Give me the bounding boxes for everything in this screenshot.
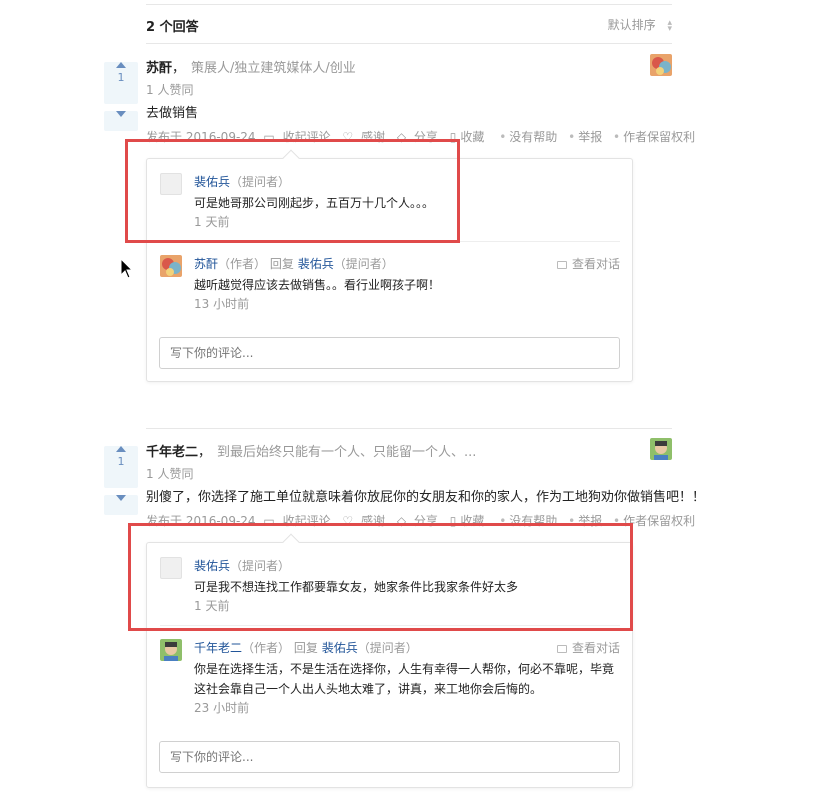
rights-text: 作者保留权利 — [623, 130, 696, 144]
comment-header: 苏酐（作者） 回复 裴佑兵（提问者） — [194, 255, 394, 272]
author-line: 千年老二， 到最后始终只能有一个人、只能留一个人、... — [146, 445, 477, 460]
author-line: 苏酐， 策展人/独立建筑媒体人/创业 — [146, 61, 356, 76]
answers-count: 2 个回答 — [146, 20, 199, 35]
answers-header: 2 个回答 默认排序 ▴ ▾ — [146, 14, 672, 35]
view-dialog-label: 查看对话 — [571, 257, 620, 271]
top-divider — [146, 4, 672, 5]
report-button[interactable]: 举报 — [578, 130, 602, 144]
view-dialog-button[interactable]: 查看对话 — [556, 639, 620, 656]
votes-summary[interactable]: 1 人赞同 — [146, 465, 193, 482]
comment-time: 13 小时前 — [194, 297, 250, 311]
vote-count: 1 — [117, 71, 125, 84]
comment-text: 你是在选择生活，不是生活在选择你，人生有幸得一人帮你，何必不靠呢，毕竟这社会靠自… — [194, 662, 615, 696]
reply-to-name[interactable]: 裴佑兵 — [298, 257, 334, 271]
commenter-name[interactable]: 千年老二 — [194, 641, 242, 655]
no-help-button[interactable]: 没有帮助 — [509, 130, 557, 144]
downvote-arrow-icon — [116, 111, 126, 117]
comment-header: 千年老二（作者） 回复 裴佑兵（提问者） — [194, 639, 418, 656]
upvote-arrow-icon — [116, 62, 126, 68]
comment-input[interactable] — [159, 741, 620, 773]
mouse-cursor-icon — [120, 258, 134, 279]
author-bio: 到最后始终只能有一个人、只能留一个人、... — [217, 445, 477, 460]
dialog-icon — [556, 260, 567, 269]
upvote-button[interactable]: 1 — [104, 446, 138, 488]
reply-to-role: （提问者） — [357, 641, 418, 655]
dot-separator: • — [499, 130, 507, 144]
author-bio: 策展人/独立建筑媒体人/创业 — [191, 61, 356, 76]
commenter-role: （作者） — [218, 257, 267, 271]
commenter-name[interactable]: 苏酐 — [194, 257, 218, 271]
highlight-box — [128, 523, 633, 631]
upvote-arrow-icon — [116, 446, 126, 452]
upvote-button[interactable]: 1 — [104, 62, 138, 104]
reply-to-role: （提问者） — [333, 257, 394, 271]
answer-divider — [146, 428, 672, 429]
rights-text: 作者保留权利 — [623, 514, 696, 528]
author-avatar[interactable] — [650, 438, 672, 460]
answer-content: 别傻了，你选择了施工单位就意味着你放屁你的女朋友和你的家人，作为工地狗劝你做销售… — [146, 490, 706, 505]
comment-text: 越听越觉得应该去做销售。。看行业啊孩子啊！ — [194, 278, 441, 292]
header-divider — [146, 43, 672, 44]
dialog-icon — [556, 644, 567, 653]
author-avatar[interactable] — [650, 54, 672, 76]
comment-input[interactable] — [159, 337, 620, 369]
sort-label: 默认排序 — [607, 18, 656, 32]
answer-content: 去做销售 — [146, 106, 199, 121]
vote-count: 1 — [117, 455, 125, 468]
dot-separator: • — [613, 130, 621, 144]
favorite-label: 收藏 — [460, 130, 485, 144]
commenter-avatar[interactable] — [160, 639, 182, 661]
downvote-arrow-icon — [116, 495, 126, 501]
sort-arrows-icon: ▴ ▾ — [667, 17, 672, 34]
comment-item: 苏酐（作者） 回复 裴佑兵（提问者） 查看对话 越听越觉得应该去做销售。。看行业… — [160, 255, 620, 315]
reply-to-name[interactable]: 裴佑兵 — [322, 641, 358, 655]
comment-time: 23 小时前 — [194, 701, 250, 715]
author-name[interactable]: 苏酐 — [146, 61, 172, 76]
reply-word: 回复 — [293, 641, 318, 655]
commenter-avatar[interactable] — [160, 255, 182, 277]
comment-item: 千年老二（作者） 回复 裴佑兵（提问者） 查看对话 你是在选择生活，不是生活在选… — [160, 639, 620, 719]
downvote-button[interactable] — [104, 111, 138, 131]
author-name[interactable]: 千年老二 — [146, 445, 198, 460]
view-dialog-label: 查看对话 — [571, 641, 620, 655]
highlight-box — [125, 139, 460, 243]
downvote-button[interactable] — [104, 495, 138, 515]
view-dialog-button[interactable]: 查看对话 — [556, 255, 620, 272]
vote-widget: 1 — [104, 440, 138, 515]
vote-widget: 1 — [104, 56, 138, 131]
dot-separator: • — [568, 130, 576, 144]
sort-dropdown[interactable]: 默认排序 ▴ ▾ — [608, 16, 672, 33]
commenter-role: （作者） — [242, 641, 291, 655]
votes-summary[interactable]: 1 人赞同 — [146, 81, 193, 98]
reply-word: 回复 — [269, 257, 294, 271]
